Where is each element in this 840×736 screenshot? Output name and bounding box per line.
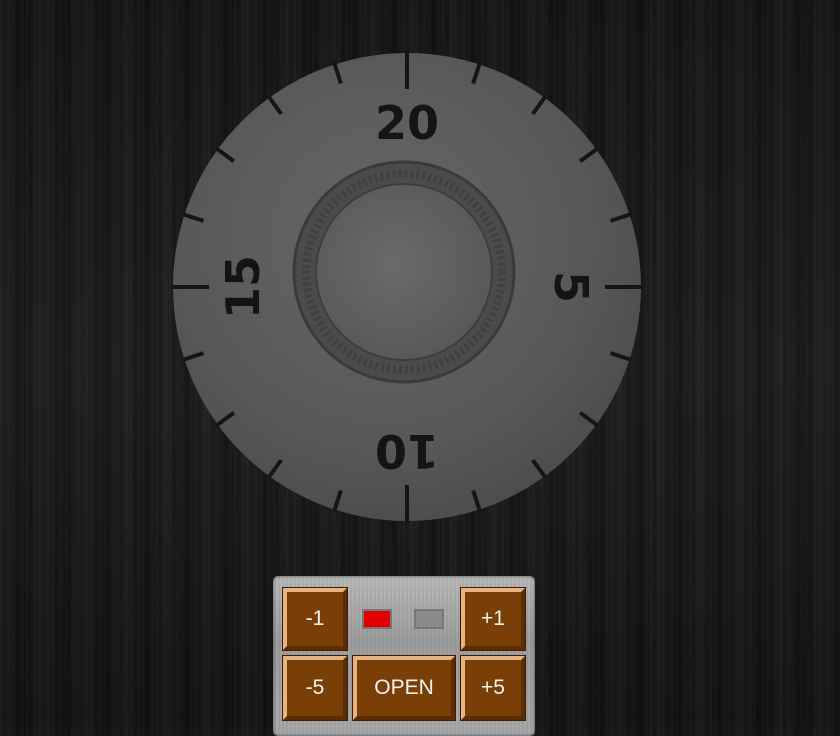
gray-indicator-lamp: [414, 609, 444, 629]
open-button[interactable]: OPEN: [353, 656, 455, 720]
minus-one-button[interactable]: -1: [283, 588, 347, 650]
dial-number: 5: [544, 271, 598, 303]
dial-number: 15: [216, 255, 270, 319]
dial-number: 10: [375, 424, 439, 478]
combination-dial[interactable]: 20 5 10 15: [0, 0, 840, 560]
dial-graphic[interactable]: 20 5 10 15: [0, 0, 840, 560]
plus-one-button[interactable]: +1: [461, 588, 525, 650]
minus-five-button[interactable]: -5: [283, 656, 347, 720]
dial-number: 20: [375, 96, 439, 150]
plus-five-button[interactable]: +5: [461, 656, 525, 720]
red-indicator-lamp: [362, 609, 392, 629]
dial-knob-center: [315, 183, 493, 361]
control-panel: -1 +1 -5 OPEN +5: [273, 576, 535, 736]
